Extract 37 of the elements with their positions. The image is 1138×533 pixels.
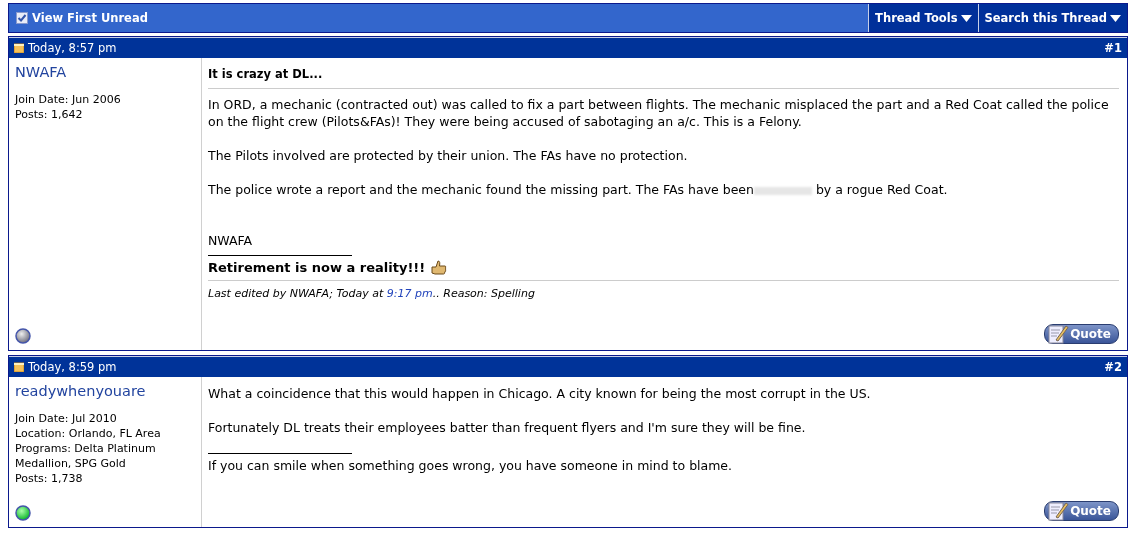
post-icon (14, 43, 24, 53)
post-number-link[interactable]: #2 (1104, 360, 1122, 374)
user-info: Programs: Delta Platinum Medallion, SPG Gold (15, 441, 157, 471)
user-info: Join Date: Jun 2006 (15, 92, 122, 107)
post-paragraph: The police wrote a report and the mechanic found the missing part. The FAs have been by a rogue Red Coat. (208, 181, 949, 198)
user-info: Join Date: Jul 2010 (15, 411, 118, 426)
menu-button[interactable]: Search this Thread (977, 4, 1127, 32)
post-date: Today, 8:59 pm (28, 360, 117, 374)
quote-button[interactable]: Quote (1044, 501, 1119, 521)
document-pen-icon (1047, 324, 1070, 344)
quote-button[interactable]: Quote (1044, 324, 1119, 344)
post-paragraph: The Pilots involved are protected by their union. The FAs have no protection. (208, 147, 689, 164)
post-paragraph: Fortunately DL treats their employees batter than frequent flyers and I'm sure they will be fine. (208, 419, 807, 436)
caret-icon (1110, 14, 1121, 22)
user-info: Location: Orlando, FL Area (15, 426, 162, 441)
caret-icon (960, 14, 972, 22)
blurred-word (753, 186, 812, 195)
menu-button[interactable]: Thread Tools (868, 4, 978, 32)
edit-note: Last edited by NWAFA; Today at 9:17 pm.. Reason: Spelling (208, 286, 536, 302)
post-icon (14, 362, 24, 372)
post-signoff: NWAFA (208, 232, 254, 249)
checkbox-icon (16, 12, 28, 24)
time-link[interactable]: 9:17 pm (386, 287, 433, 300)
signature-text: If you can smile when something goes wrong, you have someone in mind to blame. (208, 457, 733, 474)
post-paragraph: What a coincidence that this would happen in Chicago. A city known for being the most corrupt in the US. (208, 385, 872, 402)
thumbs-up-icon (429, 259, 448, 276)
post-number-link[interactable]: #1 (1104, 41, 1122, 55)
username-link[interactable]: readywhenyouare (15, 383, 195, 399)
post-date: Today, 8:57 pm (28, 41, 117, 55)
signature-text: Retirement is now a reality!!! (208, 259, 426, 276)
user-info: Posts: 1,642 (15, 107, 84, 122)
view-first-unread-link[interactable]: View First Unread (9, 4, 148, 32)
post-paragraph: In ORD, a mechanic (contracted out) was called to fix a part between flights. The mechanic misplaced the part and a Red Coat called the police on the flight crew (Pilots&FAs)! They were being accused of sabotaging an a/c. This is a Felony. (208, 96, 1110, 130)
post-title: It is crazy at DL... (208, 66, 324, 83)
document-pen-icon (1047, 501, 1070, 521)
user-info: Posts: 1,738 (15, 471, 84, 486)
username-link[interactable]: NWAFA (15, 64, 195, 80)
